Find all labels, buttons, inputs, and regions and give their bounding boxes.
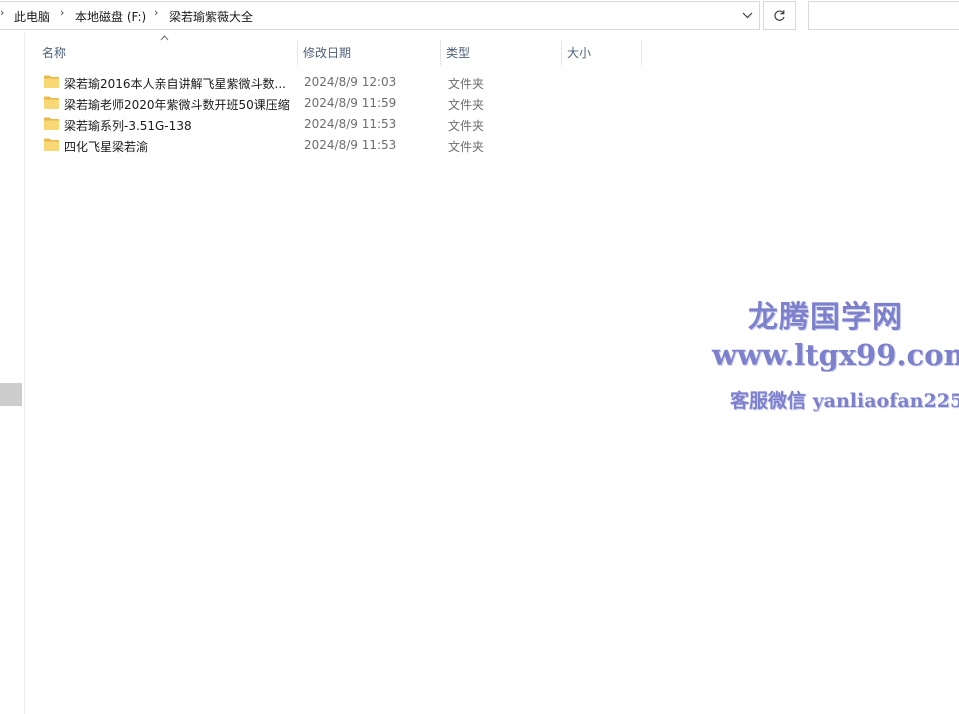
file-type: 文件夹 [448, 140, 485, 154]
file-type: 文件夹 [448, 119, 485, 133]
file-row[interactable]: 四化飞星梁若渝 2024/8/9 11:53 文件夹 [40, 135, 600, 156]
column-header-type-label: 类型 [446, 46, 471, 60]
file-row[interactable]: 梁若瑜2016本人亲自讲解飞星紫微斗数... 2024/8/9 12:03 文件… [40, 72, 600, 93]
file-modified-date: 2024/8/9 12:03 [304, 75, 397, 89]
watermark-url: www.ltgx99.com [712, 338, 959, 372]
file-modified-date: 2024/8/9 11:53 [304, 138, 397, 152]
file-name: 四化飞星梁若渝 [64, 140, 149, 154]
chevron-right-icon[interactable]: › [0, 6, 4, 19]
column-header-modified-label: 修改日期 [303, 46, 352, 60]
breadcrumb-current-folder[interactable]: 梁若瑜紫薇大全 [169, 8, 253, 25]
file-type: 文件夹 [448, 98, 485, 112]
chevron-right-icon[interactable]: › [154, 6, 158, 19]
chevron-down-icon [742, 12, 752, 19]
file-modified-date: 2024/8/9 11:53 [304, 117, 397, 131]
file-row[interactable]: 梁若瑜老师2020年紫微斗数开班50课压缩 2024/8/9 11:59 文件夹 [40, 93, 600, 114]
file-name: 梁若瑜老师2020年紫微斗数开班50课压缩 [64, 98, 290, 112]
column-header-modified[interactable]: 修改日期 [298, 40, 441, 65]
navigation-pane[interactable] [0, 33, 25, 714]
breadcrumb-this-pc[interactable]: 此电脑 [14, 8, 50, 25]
file-name: 梁若瑜系列-3.51G-138 [64, 119, 192, 133]
column-header-size-label: 大小 [567, 46, 592, 60]
file-explorer-window: › 此电脑 › 本地磁盘 (F:) › 梁若瑜紫薇大全 名称 修改日期 类型 大… [0, 0, 959, 714]
breadcrumb-local-disk[interactable]: 本地磁盘 (F:) [75, 8, 146, 25]
address-history-dropdown[interactable] [735, 1, 759, 30]
file-name: 梁若瑜2016本人亲自讲解飞星紫微斗数... [64, 77, 286, 91]
folder-icon [44, 96, 59, 109]
watermark-contact: 客服微信 yanliaofan225 [730, 390, 959, 412]
refresh-icon [774, 10, 785, 21]
column-header-size[interactable]: 大小 [562, 40, 642, 65]
column-header-name[interactable]: 名称 [37, 40, 298, 65]
watermark-site-name: 龙腾国学网 [748, 300, 903, 335]
file-modified-date: 2024/8/9 11:59 [304, 96, 397, 110]
file-type: 文件夹 [448, 77, 485, 91]
navigation-scrollbar-thumb[interactable] [0, 383, 22, 406]
folder-icon [44, 138, 59, 151]
column-header-type[interactable]: 类型 [441, 40, 562, 65]
refresh-button[interactable] [763, 1, 796, 30]
folder-icon [44, 117, 59, 130]
file-row[interactable]: 梁若瑜系列-3.51G-138 2024/8/9 11:53 文件夹 [40, 114, 600, 135]
search-input[interactable] [808, 1, 959, 30]
chevron-right-icon[interactable]: › [60, 6, 64, 19]
column-header-name-label: 名称 [42, 46, 67, 60]
address-toolbar: › 此电脑 › 本地磁盘 (F:) › 梁若瑜紫薇大全 [0, 0, 959, 33]
folder-icon [44, 75, 59, 88]
